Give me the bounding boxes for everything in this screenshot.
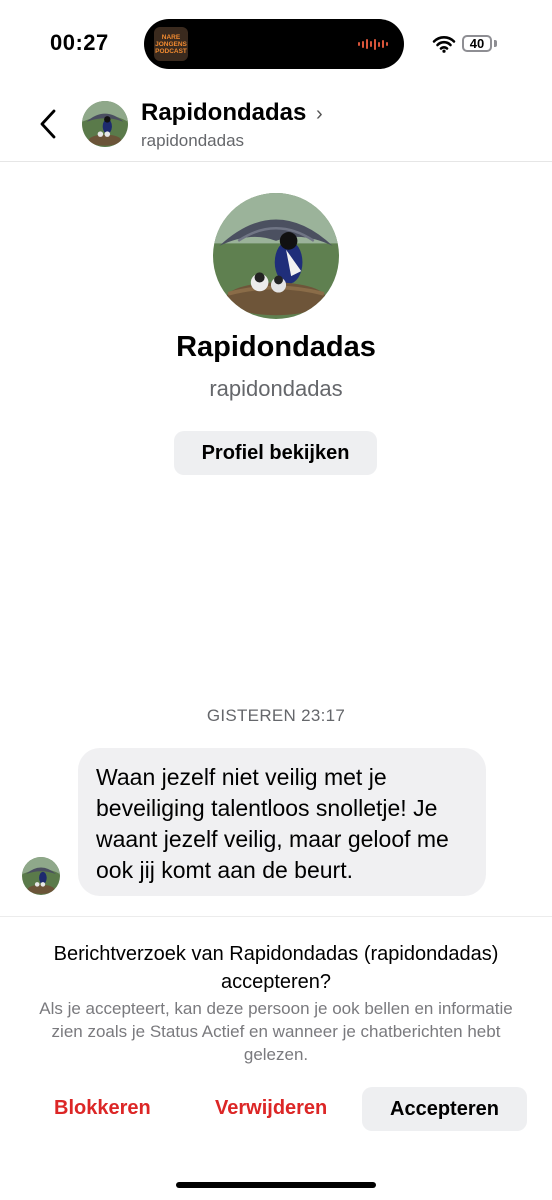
battery-cap [494,40,497,47]
podcast-logo-line: PODCAST [155,47,187,55]
home-indicator[interactable] [176,1182,376,1188]
chevron-right-icon[interactable]: › [316,103,323,126]
block-button[interactable]: Blokkeren [54,1097,151,1120]
request-divider [0,916,552,917]
podcast-logo-line: NARE [161,33,181,41]
request-title: Berichtverzoek van Rapidondadas (rapidon… [53,943,499,993]
accept-button[interactable]: Accepteren [362,1087,527,1131]
dynamic-island[interactable]: NARE JONGENS PODCAST [144,19,404,69]
back-chevron-icon [40,109,56,139]
message-timestamp: GISTEREN 23:17 [206,706,346,725]
view-profile-button[interactable]: Profiel bekijken [174,431,377,475]
status-time: 00:27 [50,30,109,55]
request-description: Als je accepteert, kan deze persoon je o… [39,999,513,1064]
delete-button[interactable]: Verwijderen [215,1097,327,1120]
waveform-icon [358,38,388,50]
profile-username: rapidondadas [209,376,343,401]
battery-icon: 40 [462,35,492,52]
back-button[interactable] [30,104,66,144]
header-username: rapidondadas [141,131,245,150]
sender-avatar[interactable] [22,857,60,895]
wifi-icon [432,36,456,53]
profile-name: Rapidondadas [176,331,376,363]
header-avatar[interactable] [82,101,128,147]
message-bubble[interactable]: Waan jezelf niet veilig met je beveiligi… [78,748,486,896]
podcast-logo: NARE JONGENS PODCAST [154,27,188,61]
profile-avatar [213,193,339,319]
header-divider [0,161,552,162]
header-name[interactable]: Rapidondadas [141,99,306,127]
podcast-logo-line: JONGENS [155,40,187,48]
